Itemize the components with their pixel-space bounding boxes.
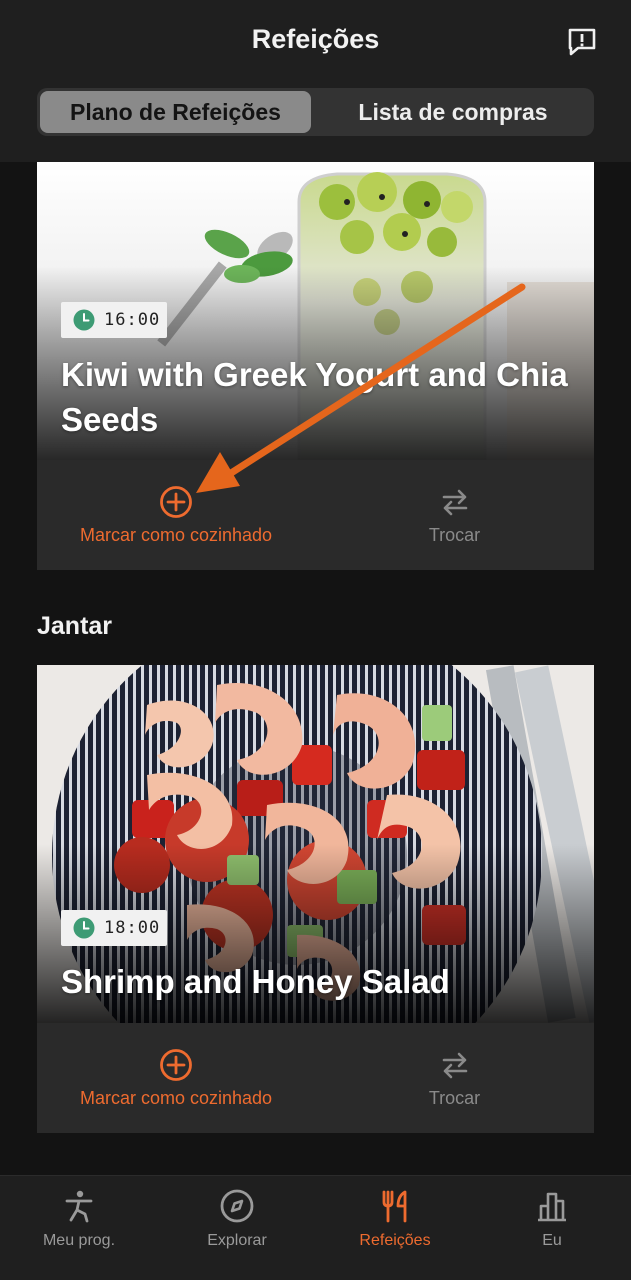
compass-icon: [220, 1189, 254, 1223]
segmented-control: Plano de Refeições Lista de compras: [37, 88, 594, 136]
mark-cooked-label: Marcar como cozinhado: [79, 524, 273, 545]
tab-shopping-list[interactable]: Lista de compras: [315, 91, 591, 133]
chart-icon: [538, 1192, 566, 1222]
bottom-nav: Meu prog. Explorar Refeições Eu: [0, 1175, 631, 1280]
swap-arrows-icon: [442, 1052, 467, 1078]
section-title-dinner: Jantar: [37, 612, 113, 640]
fork-knife-icon: [382, 1190, 407, 1223]
time-badge: 18:00: [61, 910, 167, 946]
plus-circle-icon: [160, 1048, 192, 1081]
nav-item-my-program[interactable]: Meu prog.: [0, 1176, 158, 1280]
meal-card[interactable]: 18:00 Shrimp and Honey Salad Marcar como…: [37, 665, 594, 1133]
meal-name: Shrimp and Honey Salad: [61, 963, 450, 1000]
swap-arrows-icon: [442, 489, 467, 515]
mark-cooked-button[interactable]: Marcar como cozinhado: [37, 1023, 315, 1133]
meal-card[interactable]: 16:00 Kiwi with Greek Yogurt and Chia Se…: [37, 162, 594, 570]
clock-icon: [73, 309, 95, 331]
swap-label: Trocar: [428, 1087, 481, 1108]
exercise-icon: [65, 1190, 93, 1223]
swap-button[interactable]: Trocar: [315, 460, 594, 570]
meal-name: Kiwi with Greek Yogurt and Chia Seeds: [61, 356, 568, 438]
nav-label: Refeições: [359, 1232, 431, 1249]
swap-label: Trocar: [428, 524, 481, 545]
meal-time: 16:00: [104, 310, 161, 330]
top-bar: Refeições Plano de Refeições Lista de co…: [0, 0, 631, 162]
feedback-icon[interactable]: [566, 26, 598, 58]
meal-actions: Marcar como cozinhado Trocar: [37, 460, 594, 570]
nav-label: Eu: [542, 1232, 562, 1249]
nav-item-explore[interactable]: Explorar: [158, 1176, 316, 1280]
nav-item-me[interactable]: Eu: [473, 1176, 631, 1280]
plus-circle-icon: [160, 485, 192, 518]
nav-label: Explorar: [207, 1232, 267, 1249]
meal-time: 18:00: [104, 918, 161, 938]
meal-actions: Marcar como cozinhado Trocar: [37, 1023, 594, 1133]
tab-meal-plan[interactable]: Plano de Refeições: [40, 91, 311, 133]
time-badge: 16:00: [61, 302, 167, 338]
nav-label: Meu prog.: [42, 1232, 116, 1249]
nav-item-meals[interactable]: Refeições: [316, 1176, 474, 1280]
mark-cooked-label: Marcar como cozinhado: [79, 1087, 273, 1108]
clock-icon: [73, 917, 95, 939]
swap-button[interactable]: Trocar: [315, 1023, 594, 1133]
page-title: Refeições: [251, 24, 380, 54]
mark-cooked-button[interactable]: Marcar como cozinhado: [37, 460, 315, 570]
